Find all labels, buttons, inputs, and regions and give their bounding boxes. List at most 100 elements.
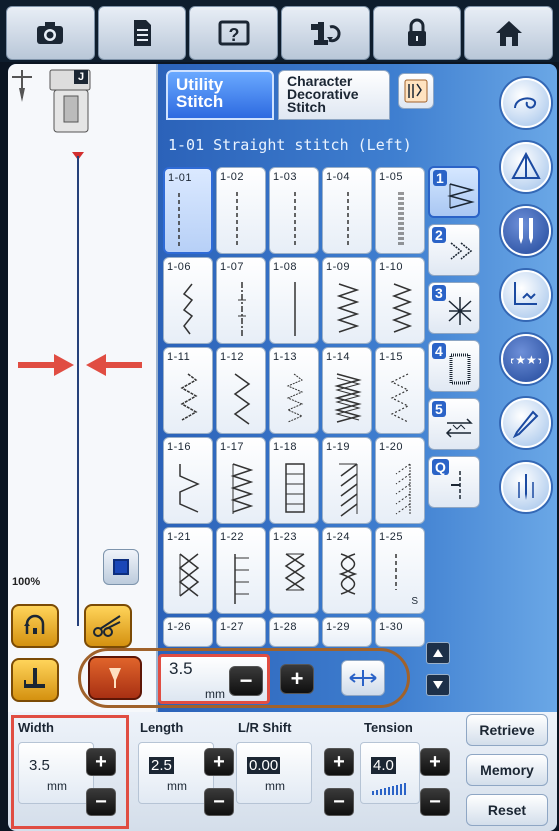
category-q[interactable]: Q [428,456,480,508]
tab-utility-stitch[interactable]: Utility Stitch [166,70,274,120]
category-3[interactable]: 3 [428,282,480,334]
stitch-1-22[interactable]: 1-22 [216,527,266,614]
straight-stitch-icon [347,192,349,246]
overcast-dotted-icon [390,373,410,423]
presser-foot-lifter-icon [24,668,45,688]
lock-button[interactable] [372,6,462,60]
tension-minus-button[interactable]: − [420,788,450,816]
scissors-icon [93,615,121,637]
svg-text:?: ? [228,25,239,45]
category-1[interactable]: 1 [428,166,480,218]
shift-minus-button[interactable]: − [324,788,354,816]
category-number: 2 [432,227,446,243]
quick-width-minus-button[interactable]: − [229,666,263,696]
category-2[interactable]: 2 [428,224,480,276]
stitch-1-23[interactable]: 1-23 [269,527,319,614]
tab-character-decorative-stitch[interactable]: Character Decorative Stitch [278,70,390,120]
tension-plus-button[interactable]: + [420,748,450,776]
stitch-1-02[interactable]: 1-02 [216,167,266,254]
stitch-1-12[interactable]: 1-12 [216,347,266,434]
stitch-number: 1-02 [220,171,245,183]
reset-button[interactable]: Reset [466,794,548,826]
pencil-button[interactable] [501,398,551,448]
stitch-1-09[interactable]: 1-09 [322,257,372,344]
stitch-1-07[interactable]: 1-07 [216,257,266,344]
zigzag-stitch-right-icon [391,283,413,333]
stitch-1-04[interactable]: 1-04 [322,167,372,254]
stitch-1-10[interactable]: 1-10 [375,257,425,344]
home-button[interactable] [464,6,554,60]
stitch-1-20[interactable]: 1-20 [375,437,425,524]
stitch-number: 1-24 [326,531,351,543]
stitch-preview-line [77,156,79,626]
triangle-down-icon [433,681,443,689]
decorative-stitch-button[interactable] [501,270,551,320]
stitch-grid: 1-01 1-02 1-03 1-04 1-05 1-06 1-07 1-08 … [163,167,425,647]
stitch-1-27[interactable]: 1-27 [216,617,266,647]
camera-button[interactable] [6,6,95,60]
thread-cutter-button[interactable] [84,604,132,648]
stitch-1-18[interactable]: 1-18 [269,437,319,524]
quick-width-plus-button[interactable]: + [280,664,314,694]
shift-value-box: 0.00 mm [236,742,312,804]
my-custom-stitch-button[interactable] [398,73,434,109]
thread-function-button[interactable] [501,78,551,128]
stitch-1-19[interactable]: 1-19 [322,437,372,524]
stitch-1-15[interactable]: 1-15 [375,347,425,434]
help-button[interactable]: ? [189,6,279,60]
ladder-stitch-icon [285,463,305,513]
stitch-1-06[interactable]: 1-06 [163,257,213,344]
pencil-icon [512,410,539,438]
presser-foot-lifter-button[interactable] [11,658,59,702]
width-minus-button[interactable]: − [86,788,116,816]
straight-stitch-icon [236,192,238,246]
width-adjust-button[interactable] [341,660,385,696]
stitch-1-24[interactable]: 1-24 [322,527,372,614]
stitch-1-21[interactable]: 1-21 [163,527,213,614]
stitch-1-08[interactable]: 1-08 [269,257,319,344]
stitch-number: 1-17 [220,441,245,453]
overcast-box-stitch-icon [230,463,254,514]
stitch-1-26[interactable]: 1-26 [163,617,213,647]
width-plus-button[interactable]: + [86,748,116,776]
length-minus-button[interactable]: − [204,788,234,816]
stitch-1-25[interactable]: 1-25 S [375,527,425,614]
width-unit: mm [47,779,67,793]
reverse-stitch-button[interactable] [11,604,59,648]
length-plus-button[interactable]: + [204,748,234,776]
stitch-number: 1-01 [168,172,193,184]
scroll-down-button[interactable] [426,674,450,696]
svg-text:★★★★: ★★★★ [511,353,541,367]
stitch-1-28[interactable]: 1-28 [269,617,319,647]
stitch-1-16[interactable]: 1-16 [163,437,213,524]
stem-stitch-icon [182,283,194,335]
scroll-up-button[interactable] [426,642,450,664]
category-5[interactable]: 5 [428,398,480,450]
needle-mode-button[interactable] [501,462,551,512]
category-4[interactable]: 4 [428,340,480,392]
stitch-1-03[interactable]: 1-03 [269,167,319,254]
decorative-stitch-icon [514,282,537,305]
memory-button[interactable]: Memory [466,754,548,786]
thread-color-button[interactable] [103,549,139,585]
stitch-1-30[interactable]: 1-30 [375,617,425,647]
presser-foot-change-button[interactable] [281,6,370,60]
stitch-1-29[interactable]: 1-29 [322,617,372,647]
retrieve-button[interactable]: Retrieve [466,714,548,746]
star-icon: ★★★★ [511,353,541,367]
straight-stitch-middle-icon [294,192,296,246]
stitch-1-13[interactable]: 1-13 [269,347,319,434]
two-step-elastic-zigzag-icon [180,373,198,421]
shift-group: L/R Shift [238,720,291,735]
twin-needle-button[interactable] [501,206,551,256]
shift-plus-button[interactable]: + [324,748,354,776]
mirror-function-button[interactable] [501,142,551,192]
star-stitch-button[interactable]: ★★★★ [501,334,551,384]
document-button[interactable] [97,6,187,60]
stitch-1-17[interactable]: 1-17 [216,437,266,524]
stitch-1-01[interactable]: 1-01 [163,167,213,254]
stitch-1-14[interactable]: 1-14 [322,347,372,434]
needle-position-button[interactable] [88,656,142,700]
stitch-1-05[interactable]: 1-05 [375,167,425,254]
stitch-1-11[interactable]: 1-11 [163,347,213,434]
